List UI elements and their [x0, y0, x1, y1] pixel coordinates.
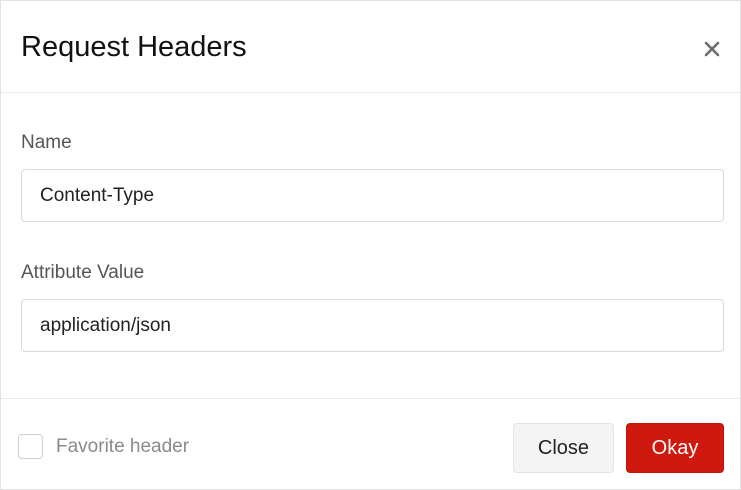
- close-icon[interactable]: [698, 35, 726, 63]
- dialog-body: Name Attribute Value: [1, 93, 740, 398]
- name-label: Name: [21, 132, 72, 153]
- favorite-header-toggle[interactable]: Favorite header: [18, 434, 189, 459]
- dialog-footer: Favorite header Close Okay: [1, 398, 740, 490]
- dialog-title: Request Headers: [21, 31, 247, 63]
- close-x-glyph: [704, 41, 720, 57]
- attribute-value-label: Attribute Value: [21, 262, 145, 283]
- dialog-header: Request Headers: [1, 1, 740, 93]
- close-button[interactable]: Close: [513, 423, 614, 473]
- request-headers-dialog: Request Headers Name Attribute Value Fav…: [0, 0, 741, 490]
- favorite-header-checkbox[interactable]: [18, 434, 43, 459]
- name-input[interactable]: [21, 169, 724, 222]
- favorite-header-label: Favorite header: [56, 435, 190, 457]
- okay-button[interactable]: Okay: [626, 423, 724, 473]
- attribute-value-input[interactable]: [21, 299, 724, 352]
